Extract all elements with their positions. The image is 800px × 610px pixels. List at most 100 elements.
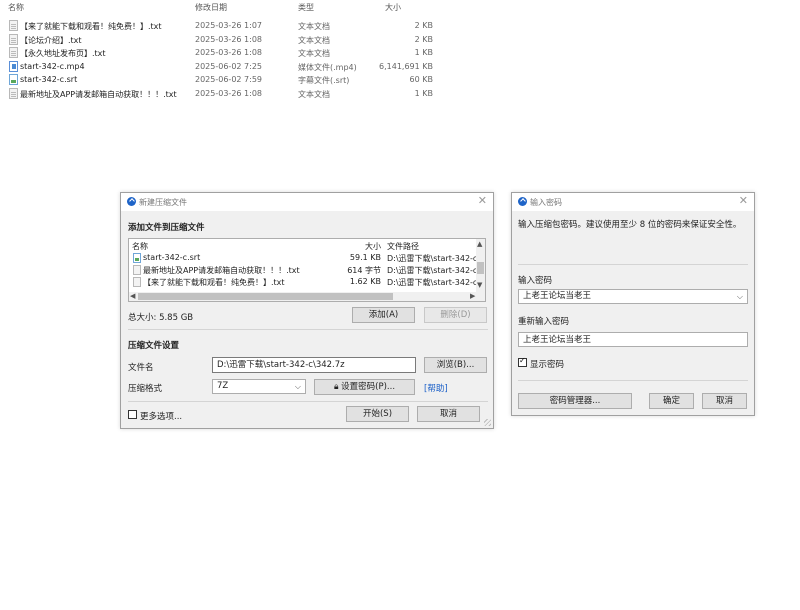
show-password-label[interactable]: 显示密码 (530, 358, 564, 370)
file-row[interactable]: start-342-c.mp4 2025-06-02 7:25 媒体文件(.mp… (0, 61, 440, 74)
table-row[interactable]: 最新地址及APP请发邮箱自动获取！！！.txt 614 字节 D:\迅雷下载\s… (129, 264, 485, 276)
file-size: 6,141,691 KB (379, 62, 433, 71)
file-type: 文本文档 (298, 49, 330, 58)
start-button[interactable]: 开始(S) (346, 406, 409, 422)
section-divider (518, 380, 748, 381)
table-row[interactable]: start-342-c.srt 59.1 KB D:\迅雷下载\start-34… (129, 252, 485, 264)
confirm-password-input[interactable]: 上老王论坛当老王 (518, 332, 748, 347)
file-size: 59.1 KB (349, 253, 381, 262)
password-dialog: 输入密码 ✕ 输入压缩包密码。建议使用至少 8 位的密码来保证安全性。 输入密码… (511, 192, 755, 416)
file-table-header: 名称 大小 文件路径 (129, 239, 485, 251)
file-name: 最新地址及APP请发邮箱自动获取！！！.txt (20, 90, 177, 99)
ok-button[interactable]: 确定 (649, 393, 694, 409)
resize-grip[interactable] (484, 419, 491, 426)
filename-label: 文件名 (128, 363, 154, 373)
close-icon[interactable]: ✕ (739, 194, 748, 207)
file-row[interactable]: start-342-c.srt 2025-06-02 7:59 字幕文件(.sr… (0, 74, 440, 87)
file-type: 文本文档 (298, 90, 330, 99)
scrollbar-thumb[interactable] (477, 262, 484, 274)
file-row[interactable]: 【论坛介绍】.txt 2025-03-26 1:08 文本文档 2 KB (0, 34, 440, 47)
format-label: 压缩格式 (128, 384, 163, 394)
delete-button[interactable]: 删除(D) (424, 307, 487, 323)
column-header-size[interactable]: 大小 (385, 2, 401, 13)
file-name: start-342-c.srt (20, 75, 78, 84)
file-date: 2025-03-26 1:08 (195, 35, 262, 44)
show-password-checkbox[interactable] (518, 356, 527, 367)
subtitle-file-icon (133, 253, 141, 263)
file-size: 1.62 KB (349, 277, 381, 286)
password-label: 输入密码 (518, 276, 553, 286)
set-password-label: 设置密码(P)... (341, 382, 396, 392)
file-path: D:\迅雷下载\start-342-c (387, 254, 478, 263)
password-value: 上老王论坛当老王 (523, 291, 592, 301)
set-password-button[interactable]: 🔒︎ 设置密码(P)... (314, 379, 415, 395)
file-size: 2 KB (414, 21, 433, 30)
app-logo-icon (127, 197, 136, 206)
close-icon[interactable]: ✕ (478, 194, 487, 207)
cancel-button[interactable]: 取消 (417, 406, 480, 422)
browse-button[interactable]: 浏览(B)... (424, 357, 487, 373)
file-date: 2025-03-26 1:08 (195, 48, 262, 57)
lock-icon: 🔒︎ (333, 382, 339, 392)
password-input[interactable]: 上老王论坛当老王 ⌵ (518, 289, 748, 304)
help-link[interactable]: [帮助] (424, 382, 448, 394)
horizontal-scrollbar[interactable]: ◀ ▶ (129, 292, 478, 301)
file-row[interactable]: 【永久地址发布页】.txt 2025-03-26 1:08 文本文档 1 KB (0, 47, 440, 60)
file-date: 2025-06-02 7:25 (195, 62, 262, 71)
file-size: 1 KB (414, 48, 433, 57)
app-logo-icon (518, 197, 527, 206)
column-header-type[interactable]: 类型 (298, 2, 314, 13)
video-file-icon (9, 61, 18, 72)
filename-input[interactable]: D:\迅雷下载\start-342-c\342.7z (212, 357, 416, 373)
format-value: 7Z (217, 381, 229, 391)
txt-file-icon (9, 20, 18, 31)
scroll-left-icon[interactable]: ◀ (130, 292, 135, 300)
txt-file-icon (9, 88, 18, 99)
more-options-label[interactable]: 更多选项... (140, 410, 182, 422)
file-path: D:\迅雷下载\start-342-c (387, 266, 478, 275)
column-header-row: 名称 修改日期 类型 大小 (0, 2, 440, 14)
more-options-checkbox[interactable] (128, 410, 137, 419)
scroll-right-icon[interactable]: ▶ (470, 292, 475, 300)
format-select[interactable]: 7Z ⌵ (212, 379, 306, 394)
table-row[interactable]: 【来了就能下载和观看！纯免费！】.txt 1.62 KB D:\迅雷下载\sta… (129, 276, 485, 288)
file-type: 媒体文件(.mp4) (298, 63, 357, 72)
column-header-size[interactable]: 大小 (365, 241, 381, 252)
file-row[interactable]: 【来了就能下载和观看！纯免费！】.txt 2025-03-26 1:07 文本文… (0, 20, 440, 33)
file-size: 614 字节 (347, 266, 381, 275)
dialog-titlebar[interactable]: 新建压缩文件 ✕ (121, 193, 493, 211)
add-button[interactable]: 添加(A) (352, 307, 415, 323)
file-name: start-342-c.mp4 (20, 62, 85, 71)
txt-file-icon (9, 34, 18, 45)
txt-file-icon (9, 47, 18, 58)
scrollbar-thumb[interactable] (138, 293, 393, 300)
column-header-name[interactable]: 名称 (8, 2, 24, 13)
archive-settings-section-title: 压缩文件设置 (128, 341, 180, 351)
dialog-titlebar[interactable]: 输入密码 ✕ (512, 193, 754, 211)
file-name: 最新地址及APP请发邮箱自动获取！！！.txt (143, 266, 300, 275)
cancel-button[interactable]: 取消 (702, 393, 747, 409)
file-row[interactable]: 最新地址及APP请发邮箱自动获取！！！.txt 2025-03-26 1:08 … (0, 88, 440, 101)
column-header-path[interactable]: 文件路径 (387, 241, 419, 252)
password-manager-button[interactable]: 密码管理器... (518, 393, 632, 409)
file-path: D:\迅雷下载\start-342-c (387, 278, 478, 287)
total-size-label: 总大小: 5.85 GB (128, 313, 194, 323)
file-name: 【论坛介绍】.txt (20, 36, 82, 45)
section-divider (128, 401, 488, 402)
dialog-title: 新建压缩文件 (139, 198, 187, 207)
column-header-date[interactable]: 修改日期 (195, 2, 227, 13)
add-files-section-title: 添加文件到压缩文件 (128, 223, 205, 233)
subtitle-file-icon (9, 74, 18, 85)
scroll-down-icon[interactable]: ▼ (477, 281, 482, 289)
column-header-name[interactable]: 名称 (132, 241, 148, 252)
chevron-down-icon[interactable]: ⌵ (737, 290, 743, 303)
file-size: 60 KB (409, 75, 433, 84)
dialog-title: 输入密码 (530, 198, 562, 207)
file-name: 【来了就能下载和观看！纯免费！】.txt (143, 278, 285, 287)
file-date: 2025-03-26 1:07 (195, 21, 262, 30)
scroll-up-icon[interactable]: ▲ (477, 240, 482, 248)
chevron-down-icon: ⌵ (294, 382, 301, 391)
archive-file-table[interactable]: 名称 大小 文件路径 start-342-c.srt 59.1 KB D:\迅雷… (128, 238, 486, 302)
section-divider (518, 264, 748, 265)
txt-file-icon (133, 277, 141, 287)
